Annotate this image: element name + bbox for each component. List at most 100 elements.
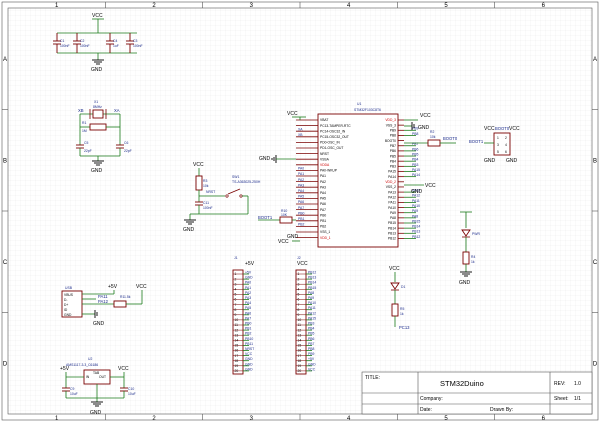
plus5v-label: +5V [60,366,70,372]
net-label: PB6 [308,337,315,341]
mcu-pin-label: PB1 [320,219,326,223]
header-pin-number: 9 [298,313,300,317]
mcu-pin-label: PA3 [320,185,326,189]
net-label: XA [298,127,303,131]
resistor-value: 1k [471,260,475,264]
mcu-pin-label: PB5 [390,154,396,158]
plus5v-label: +5V [108,284,118,290]
mcu-pin-label: PA15 [388,170,396,174]
resistor-value: 10k [203,184,209,188]
header-pin-number: 15 [235,344,239,348]
net-label: GND [245,362,253,366]
cap-ref: C3 [133,39,137,43]
gnd-label: GND [459,280,471,286]
plus5v-label: +5V [245,261,255,267]
net-label: PA2 [245,291,251,295]
net-label: PB1 [298,217,305,221]
net-label: PA9 [412,209,418,213]
net-label: PA8 [308,291,314,295]
cap-ref: C10 [128,387,134,391]
cap-value: 1uF [113,44,119,48]
header-j2[interactable]: J2 VCC 1 PB12 2 PB13 3 PB14 4 PB15 5 PA8 6 PA9 7 PA10… [295,256,316,375]
regulator-pin: TAB [93,371,100,375]
net-label: PA5 [298,195,304,199]
mcu-pin-label: PA8 [390,216,396,220]
header-pin-number: 4 [505,143,507,147]
revision-label: REV: [554,381,565,387]
vcc-label: VCC [420,113,431,119]
gnd-label: GND [91,168,103,174]
mcu-pin-label: PA7 [320,208,326,212]
company-label: Company: [420,396,443,402]
mcu-pin-label: PB13 [388,232,396,236]
net-label: PA3 [245,296,251,300]
gnd-label: GND [91,67,103,73]
vcc-label: VCC [425,183,436,189]
net-label: PA8 [412,214,418,218]
cap-ref: C6 [124,141,128,145]
mcu-pin-label: PC13-TAMPER-RTC [320,124,351,128]
header-pin-number: 5 [235,293,237,297]
cap-value: 10uF [128,392,136,396]
net-label: PB14 [412,225,420,229]
net-label: BOOT0 [443,136,458,141]
header-pin-number: 7 [235,303,237,307]
mcu-pin-label: VSSA [320,157,330,161]
vcc-label: VCC [92,13,103,19]
mcu-pin-label: PA2 [320,180,326,184]
resistor-value: 1k [400,312,404,316]
net-label: BOOT1 [258,215,273,220]
header-pin-number: 5 [298,293,300,297]
net-label: +5V [245,271,252,275]
resistor-ref: R2 [430,130,434,134]
header-pin-number: 3 [235,282,237,286]
mcu-pin-label: PD1-OSC_OUT [320,146,343,150]
mcu-pin-label: VBAT [320,118,328,122]
net-label: PB2 [298,223,305,227]
gnd-label: GND [287,234,299,240]
schematic-canvas[interactable]: 112233445566 A AB BC CD D VCC C1 100nF C2 10… [0,0,600,422]
net-label: PA12 [308,311,316,315]
header-pin-number: 10 [235,318,239,322]
cap-ref: C1 [60,39,64,43]
vcc-label: VCC [287,111,298,117]
revision-value: 1.0 [574,381,581,387]
frame-row-marker: C [3,260,8,266]
net-label: PB7 [308,342,315,346]
mcu-pin-label: PB14 [388,226,396,230]
net-label: PB4 [412,158,419,162]
net-label: PB6 [412,147,419,151]
sheet-number: 1/1 [574,396,581,402]
header-pin-number: 13 [235,333,239,337]
header-pin-number: 2 [505,136,507,140]
usb-pin-label: VBUS [64,293,74,297]
header-pin-number: 3 [497,143,499,147]
mcu-pin-label: PA10 [388,206,396,210]
frame-row-marker: D [3,361,8,367]
header-pin-number: 8 [235,308,237,312]
net-label: PA10 [308,301,316,305]
cap-ref: C5 [84,141,88,145]
frame-row-marker: B [3,158,7,164]
mcu-pin-label: PB8 [390,134,396,138]
switch-ref: SW1 [232,175,239,179]
net-label: PB8 [412,132,419,136]
cap-ref: C9 [70,387,74,391]
net-label: PA4 [245,301,251,305]
mcu-pin-label: PA0-WKUP [320,169,338,173]
net-label: PA11 [412,199,420,203]
header-pin-number: 15 [298,344,302,348]
net-label: PA7 [245,316,251,320]
net-label: PA10 [412,204,420,208]
title-label: TITLE: [365,375,380,381]
header-pin-number: 12 [298,328,302,332]
net-label: BOOT0 [495,126,510,131]
mcu-pin-label: PB4 [390,159,396,163]
net-label: PC13 [399,325,410,330]
header-pin-number: 18 [298,359,302,363]
mcu-pin-label: BOOT0 [385,139,396,143]
gnd-label: GND [506,158,518,164]
resistor-value: 1.5k [124,295,131,299]
header-pin-number: 11 [298,323,302,327]
net-label: PB3 [412,163,419,167]
